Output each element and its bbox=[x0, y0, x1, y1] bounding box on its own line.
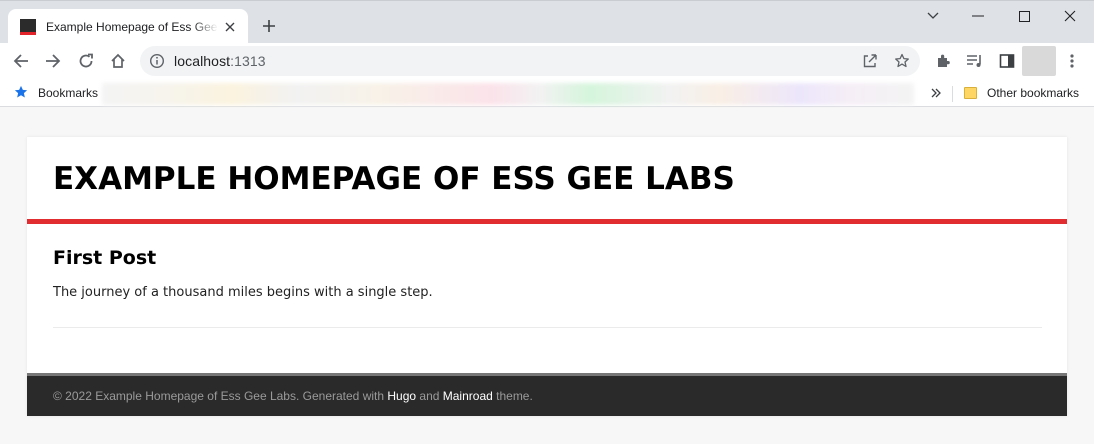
site-container: EXAMPLE HOMEPAGE OF ESS GEE LABS First P… bbox=[27, 137, 1067, 416]
post-summary: The journey of a thousand miles begins w… bbox=[53, 285, 433, 300]
other-bookmarks[interactable]: Other bookmarks bbox=[987, 86, 1079, 100]
new-tab-icon[interactable] bbox=[258, 15, 280, 37]
bookmarks-divider bbox=[952, 86, 953, 102]
bookmarks-label[interactable]: Bookmarks bbox=[38, 86, 98, 100]
home-icon[interactable] bbox=[107, 50, 129, 72]
hugo-link[interactable]: Hugo bbox=[387, 389, 416, 403]
share-icon[interactable] bbox=[862, 53, 878, 74]
blurred-bookmarks bbox=[102, 83, 914, 105]
more-bookmarks-icon[interactable] bbox=[930, 86, 942, 104]
site-header: EXAMPLE HOMEPAGE OF ESS GEE LABS bbox=[27, 137, 1067, 224]
site-favicon-icon bbox=[20, 19, 36, 35]
minimize-icon[interactable] bbox=[955, 5, 1001, 27]
media-control-icon[interactable] bbox=[964, 50, 986, 72]
bookmark-star-icon[interactable] bbox=[894, 53, 910, 74]
chevron-down-icon[interactable] bbox=[910, 5, 956, 27]
maximize-icon[interactable] bbox=[1001, 5, 1047, 27]
back-icon[interactable] bbox=[10, 50, 32, 72]
tab-close-icon[interactable] bbox=[222, 19, 238, 35]
page-viewport: EXAMPLE HOMEPAGE OF ESS GEE LABS First P… bbox=[0, 108, 1094, 444]
url-host: localhost bbox=[174, 53, 231, 69]
post-title[interactable]: First Post bbox=[53, 247, 156, 269]
forward-icon[interactable] bbox=[42, 50, 64, 72]
browser-toolbar: localhost:1313 bbox=[0, 43, 1094, 79]
browser-tab[interactable]: Example Homepage of Ess Gee Labs bbox=[8, 9, 248, 45]
bookmarks-star-icon bbox=[14, 85, 28, 104]
bookmarks-bar: Bookmarks Other bookmarks bbox=[0, 79, 1094, 107]
footer-suffix: theme. bbox=[492, 389, 533, 403]
address-bar[interactable]: localhost:1313 bbox=[140, 46, 920, 76]
extensions-icon[interactable] bbox=[932, 50, 954, 72]
menu-icon[interactable] bbox=[1061, 50, 1083, 72]
close-window-icon[interactable] bbox=[1047, 5, 1093, 27]
info-icon[interactable] bbox=[149, 53, 165, 74]
footer-copyright: © 2022 Example Homepage of Ess Gee Labs.… bbox=[53, 389, 533, 403]
tab-strip: Example Homepage of Ess Gee Labs bbox=[0, 0, 1094, 45]
site-footer: © 2022 Example Homepage of Ess Gee Labs.… bbox=[27, 373, 1067, 416]
side-panel-icon[interactable] bbox=[996, 50, 1018, 72]
footer-prefix: © 2022 Example Homepage of Ess Gee Labs.… bbox=[53, 389, 388, 403]
url-text: localhost:1313 bbox=[174, 53, 266, 69]
post-item: First Post The journey of a thousand mil… bbox=[53, 224, 1042, 328]
tab-title: Example Homepage of Ess Gee Labs bbox=[46, 20, 218, 34]
folder-icon bbox=[964, 87, 977, 99]
profile-avatar[interactable] bbox=[1022, 46, 1056, 76]
reload-icon[interactable] bbox=[75, 50, 97, 72]
site-title[interactable]: EXAMPLE HOMEPAGE OF ESS GEE LABS bbox=[53, 161, 735, 197]
footer-and: and bbox=[416, 389, 443, 403]
url-port: :1313 bbox=[230, 53, 266, 69]
mainroad-link[interactable]: Mainroad bbox=[443, 389, 493, 403]
